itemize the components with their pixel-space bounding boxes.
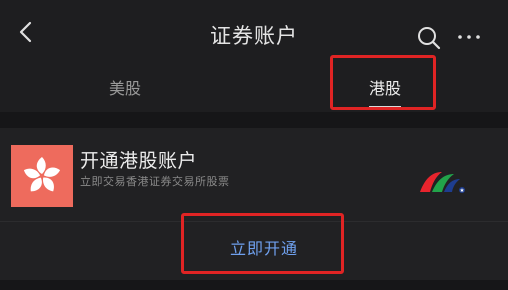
hong-kong-flag-icon <box>11 145 73 207</box>
card-subtitle: 立即交易香港证券交易所股票 <box>80 175 230 188</box>
top-nav-bar: 证券账户 <box>0 0 508 62</box>
card-title: 开通港股账户 <box>80 150 198 172</box>
tab-label: 港股 <box>368 79 401 98</box>
watermark-logo-icon <box>420 172 465 193</box>
active-tab-indicator <box>369 106 401 108</box>
tab-hk-stocks[interactable]: 港股 <box>330 62 440 112</box>
market-tabs: 美股 港股 <box>0 62 508 112</box>
tab-label: 美股 <box>108 79 141 98</box>
open-now-label: 立即开通 <box>229 239 298 258</box>
section-spacer <box>0 112 508 128</box>
bottom-spacer <box>0 280 508 290</box>
more-icon[interactable] <box>456 25 482 51</box>
open-now-button[interactable]: 立即开通 <box>185 221 343 273</box>
search-icon[interactable] <box>416 25 442 51</box>
tab-us-stocks[interactable]: 美股 <box>70 62 180 112</box>
